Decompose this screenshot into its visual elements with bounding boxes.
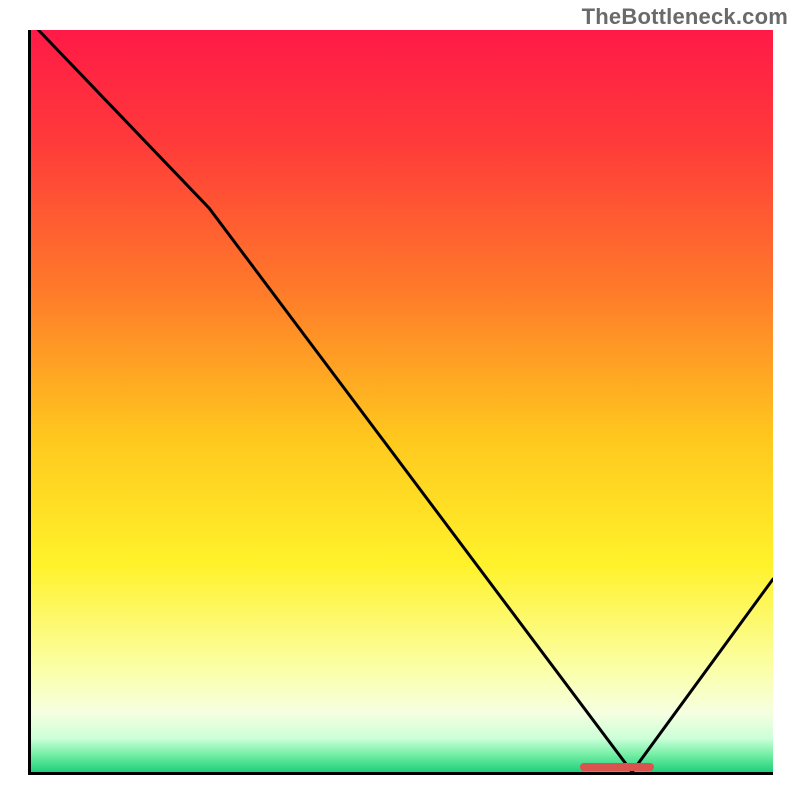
chart-canvas: TheBottleneck.com	[0, 0, 800, 800]
target-range-marker	[580, 763, 654, 771]
gradient-background	[31, 30, 773, 772]
plot-axes	[28, 30, 773, 775]
watermark-text: TheBottleneck.com	[582, 4, 788, 30]
plot-area	[31, 30, 773, 772]
plot-svg	[31, 30, 773, 772]
